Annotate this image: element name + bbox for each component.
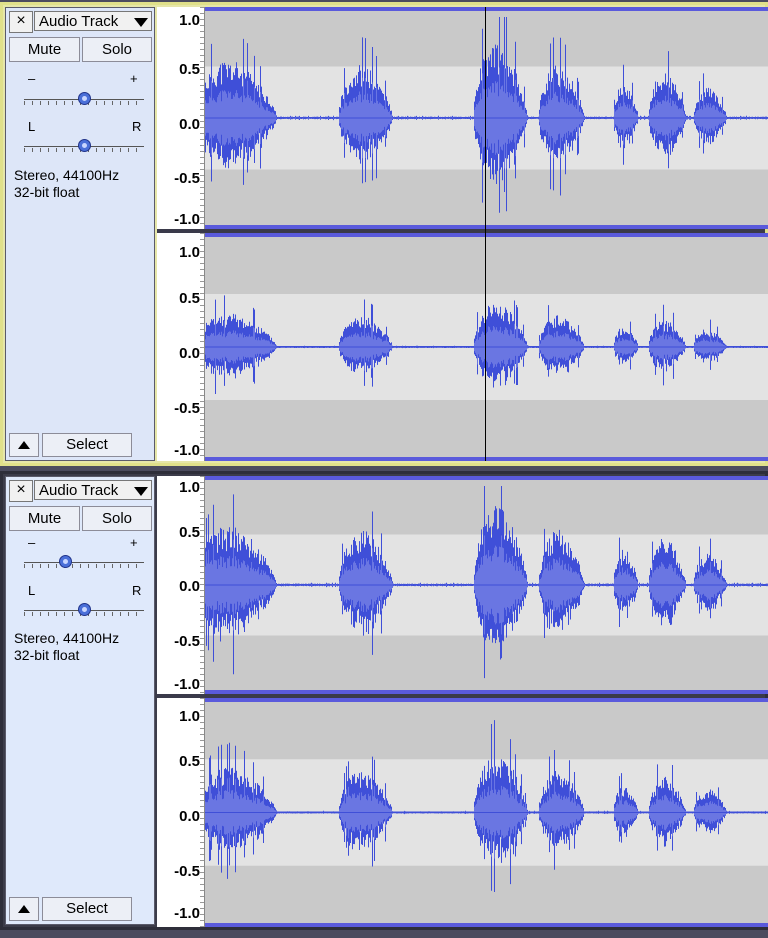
ruler-tick: -0.5 <box>174 633 200 650</box>
pan-slider[interactable] <box>24 135 144 155</box>
amplitude-ruler: 1.0 0.5 0.0 -0.5 -1.0 <box>157 233 205 461</box>
slider-knob-icon[interactable] <box>78 139 91 152</box>
slider-knob-icon[interactable] <box>78 92 91 105</box>
waveform-channel[interactable] <box>205 698 768 927</box>
collapse-track-button[interactable] <box>9 433 39 457</box>
pan-right-label: R <box>132 583 142 598</box>
edit-cursor <box>485 7 486 461</box>
ruler-tick: 0.5 <box>179 290 200 307</box>
gain-plus-label: + <box>130 535 138 550</box>
pan-left-label: L <box>28 119 36 134</box>
sample-rate-text: Stereo, 44100Hz <box>14 630 120 646</box>
ruler-tick: 0.0 <box>179 578 200 595</box>
ruler-tick: 1.0 <box>179 12 200 29</box>
ruler-tick: 0.5 <box>179 61 200 78</box>
track-name-menu[interactable]: Audio Track <box>34 480 152 500</box>
solo-button[interactable]: Solo <box>82 506 152 531</box>
chevron-down-icon <box>134 487 148 496</box>
track-header-row: × Audio Track <box>6 8 154 33</box>
track-format-info: Stereo, 44100Hz 32-bit float <box>14 630 119 664</box>
ruler-tick: 1.0 <box>179 244 200 261</box>
track-control-panel: × Audio Track Mute Solo – + L R Stereo, … <box>5 476 155 925</box>
chevron-down-icon <box>134 18 148 27</box>
ruler-tick: -1.0 <box>174 676 200 693</box>
amplitude-ruler: 1.0 0.5 0.0 -0.5 -1.0 <box>157 476 205 694</box>
select-track-button[interactable]: Select <box>42 433 132 457</box>
collapse-track-button[interactable] <box>9 897 39 921</box>
mute-button[interactable]: Mute <box>9 506 80 531</box>
bit-depth-text: 32-bit float <box>14 647 80 663</box>
audio-track-1[interactable]: × Audio Track Mute Solo – + L R Stereo, … <box>0 2 768 466</box>
ruler-tick: 1.0 <box>179 479 200 496</box>
gain-minus-label: – <box>28 535 36 550</box>
ruler-tick: -1.0 <box>174 905 200 922</box>
close-icon: × <box>16 12 26 29</box>
collapse-up-icon <box>18 441 30 449</box>
gain-minus-label: – <box>28 71 36 86</box>
slider-knob-icon[interactable] <box>78 603 91 616</box>
pan-left-label: L <box>28 583 36 598</box>
bit-depth-text: 32-bit float <box>14 184 80 200</box>
ruler-tick: 1.0 <box>179 708 200 725</box>
ruler-tick: 0.0 <box>179 116 200 133</box>
ruler-tick: 0.5 <box>179 524 200 541</box>
ruler-tick: -0.5 <box>174 863 200 880</box>
solo-button[interactable]: Solo <box>82 37 152 62</box>
track-name-label: Audio Track <box>39 482 119 499</box>
gain-plus-label: + <box>130 71 138 86</box>
mute-button[interactable]: Mute <box>9 37 80 62</box>
ruler-tick: 0.0 <box>179 345 200 362</box>
ruler-tick: -0.5 <box>174 400 200 417</box>
waveform-channel[interactable] <box>205 476 768 694</box>
track-name-label: Audio Track <box>39 13 119 30</box>
sample-rate-text: Stereo, 44100Hz <box>14 167 120 183</box>
track-name-menu[interactable]: Audio Track <box>34 11 152 31</box>
gain-slider[interactable] <box>24 551 144 571</box>
close-track-button[interactable]: × <box>9 11 33 33</box>
audio-track-2[interactable]: × Audio Track Mute Solo – + L R Stereo, … <box>0 471 768 930</box>
track-format-info: Stereo, 44100Hz 32-bit float <box>14 167 119 201</box>
pan-right-label: R <box>132 119 142 134</box>
track-control-panel: × Audio Track Mute Solo – + L R Stereo, … <box>5 7 155 461</box>
close-icon: × <box>16 481 26 498</box>
track-header-row: × Audio Track <box>6 477 154 502</box>
ruler-tick: -1.0 <box>174 442 200 459</box>
amplitude-ruler: 1.0 0.5 0.0 -0.5 -1.0 <box>157 698 205 927</box>
collapse-up-icon <box>18 905 30 913</box>
close-track-button[interactable]: × <box>9 480 33 502</box>
gain-slider[interactable] <box>24 88 144 108</box>
amplitude-ruler: 1.0 0.5 0.0 -0.5 -1.0 <box>157 7 205 229</box>
ruler-tick: 0.0 <box>179 808 200 825</box>
pan-slider[interactable] <box>24 599 144 619</box>
ruler-tick: -0.5 <box>174 170 200 187</box>
select-track-button[interactable]: Select <box>42 897 132 921</box>
ruler-tick: 0.5 <box>179 753 200 770</box>
ruler-tick: -1.0 <box>174 211 200 228</box>
